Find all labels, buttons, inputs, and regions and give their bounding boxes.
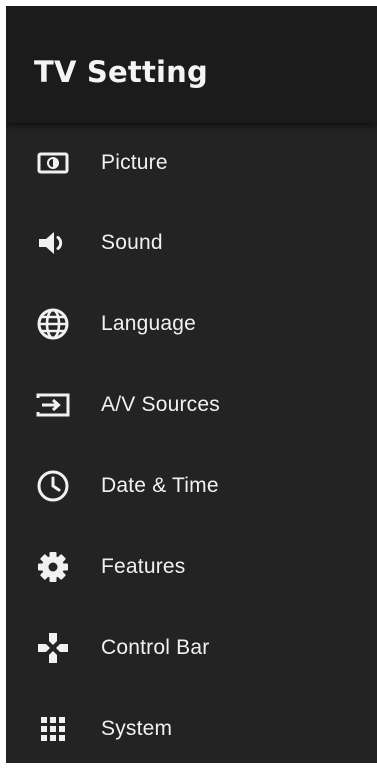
gear-icon bbox=[35, 549, 71, 585]
menu-item-date-time[interactable]: Date & Time bbox=[6, 445, 377, 526]
menu-item-picture[interactable]: Picture bbox=[6, 123, 377, 202]
grid-icon bbox=[35, 711, 71, 747]
menu-item-features[interactable]: Features bbox=[6, 526, 377, 607]
page-title: TV Setting bbox=[34, 54, 208, 89]
globe-icon bbox=[35, 306, 71, 342]
gamepad-icon bbox=[35, 630, 71, 666]
menu-item-control-bar[interactable]: Control Bar bbox=[6, 607, 377, 688]
settings-menu: Picture Sound Language A/V Sources Date … bbox=[6, 123, 377, 763]
menu-item-sound[interactable]: Sound bbox=[6, 202, 377, 283]
menu-item-label: A/V Sources bbox=[101, 392, 220, 416]
menu-item-label: Picture bbox=[101, 150, 168, 174]
menu-item-label: System bbox=[101, 716, 173, 740]
clock-icon bbox=[35, 468, 71, 504]
menu-item-label: Language bbox=[101, 311, 197, 335]
menu-item-label: Sound bbox=[101, 230, 163, 254]
speaker-icon bbox=[35, 225, 71, 261]
menu-item-label: Control Bar bbox=[101, 635, 210, 659]
menu-item-av-sources[interactable]: A/V Sources bbox=[6, 364, 377, 445]
menu-item-language[interactable]: Language bbox=[6, 283, 377, 364]
menu-item-system[interactable]: System bbox=[6, 688, 377, 763]
picture-icon bbox=[35, 145, 71, 181]
input-source-icon bbox=[35, 387, 71, 423]
menu-item-label: Features bbox=[101, 554, 186, 578]
settings-panel: TV Setting Picture Sound Language A/V So… bbox=[6, 6, 377, 763]
menu-item-label: Date & Time bbox=[101, 473, 219, 497]
app-header: TV Setting bbox=[6, 6, 377, 123]
